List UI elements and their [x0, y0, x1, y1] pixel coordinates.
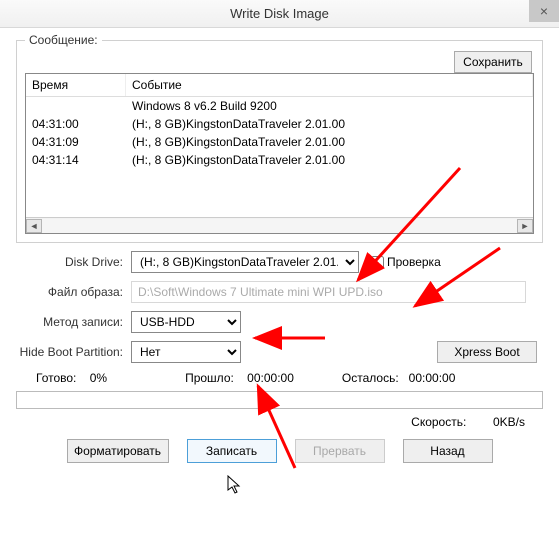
ready-label: Готово:: [36, 371, 76, 385]
scroll-track[interactable]: [42, 219, 517, 233]
label-disk-drive: Disk Drive:: [16, 255, 131, 269]
cell-event: (H:, 8 GB)KingstonDataTraveler 2.01.00: [126, 151, 533, 169]
messages-fieldset: Сообщение: Сохранить Время Событие Windo…: [16, 40, 543, 243]
remain-label: Осталось:: [342, 371, 399, 385]
table-row: 04:31:09 (H:, 8 GB)KingstonDataTraveler …: [26, 133, 533, 151]
write-button[interactable]: Записать: [187, 439, 277, 463]
cell-event: Windows 8 v6.2 Build 9200: [126, 97, 533, 115]
cell-time: [26, 97, 126, 115]
horizontal-scrollbar[interactable]: ◄ ►: [26, 217, 533, 233]
scroll-right-icon[interactable]: ►: [517, 219, 533, 233]
row-hide-boot: Hide Boot Partition: Нет Xpress Boot: [16, 341, 543, 363]
speed-label: Скорость:: [411, 415, 466, 429]
verify-checkbox[interactable]: [371, 256, 384, 269]
ready-value: 0%: [90, 371, 107, 385]
log-table: Время Событие Windows 8 v6.2 Build 9200 …: [25, 73, 534, 234]
table-row: Windows 8 v6.2 Build 9200: [26, 97, 533, 115]
progress-info: Готово: 0% Прошло: 00:00:00 Осталось: 00…: [16, 371, 543, 385]
back-button[interactable]: Назад: [403, 439, 493, 463]
elapsed-value: 00:00:00: [247, 371, 294, 385]
cell-time: 04:31:09: [26, 133, 126, 151]
speed-value: 0KB/s: [493, 415, 525, 429]
table-row: 04:31:14 (H:, 8 GB)KingstonDataTraveler …: [26, 151, 533, 169]
titlebar: Write Disk Image ×: [0, 0, 559, 28]
disk-drive-select[interactable]: (H:, 8 GB)KingstonDataTraveler 2.01.00: [131, 251, 359, 273]
xpress-boot-button[interactable]: Xpress Boot: [437, 341, 537, 363]
write-method-select[interactable]: USB-HDD: [131, 311, 241, 333]
row-write-method: Метод записи: USB-HDD: [16, 311, 543, 333]
cell-event: (H:, 8 GB)KingstonDataTraveler 2.01.00: [126, 133, 533, 151]
speed-info: Скорость: 0KB/s: [16, 415, 543, 429]
save-button[interactable]: Сохранить: [454, 51, 532, 73]
row-disk-drive: Disk Drive: (H:, 8 GB)KingstonDataTravel…: [16, 251, 543, 273]
log-header: Время Событие: [26, 74, 533, 97]
label-hide-boot: Hide Boot Partition:: [16, 345, 131, 359]
elapsed-label: Прошло:: [185, 371, 234, 385]
verify-checkbox-wrap[interactable]: Проверка: [367, 253, 441, 272]
header-event: Событие: [126, 74, 533, 96]
window-title: Write Disk Image: [230, 6, 329, 21]
verify-label: Проверка: [387, 255, 441, 269]
cell-time: 04:31:14: [26, 151, 126, 169]
header-time: Время: [26, 74, 126, 96]
button-row: Форматировать Записать Прервать Назад: [16, 439, 543, 473]
content-area: Сообщение: Сохранить Время Событие Windo…: [0, 28, 559, 483]
progress-bar: [16, 391, 543, 409]
cell-time: 04:31:00: [26, 115, 126, 133]
image-file-input[interactable]: [131, 281, 526, 303]
close-button[interactable]: ×: [529, 0, 559, 22]
row-image-file: Файл образа:: [16, 281, 543, 303]
remain-value: 00:00:00: [409, 371, 456, 385]
scroll-left-icon[interactable]: ◄: [26, 219, 42, 233]
log-body: Windows 8 v6.2 Build 9200 04:31:00 (H:, …: [26, 97, 533, 217]
abort-button: Прервать: [295, 439, 385, 463]
cell-event: (H:, 8 GB)KingstonDataTraveler 2.01.00: [126, 115, 533, 133]
label-write-method: Метод записи:: [16, 315, 131, 329]
messages-legend: Сообщение:: [25, 33, 102, 47]
format-button[interactable]: Форматировать: [67, 439, 169, 463]
table-row: 04:31:00 (H:, 8 GB)KingstonDataTraveler …: [26, 115, 533, 133]
hide-boot-select[interactable]: Нет: [131, 341, 241, 363]
label-image-file: Файл образа:: [16, 285, 131, 299]
